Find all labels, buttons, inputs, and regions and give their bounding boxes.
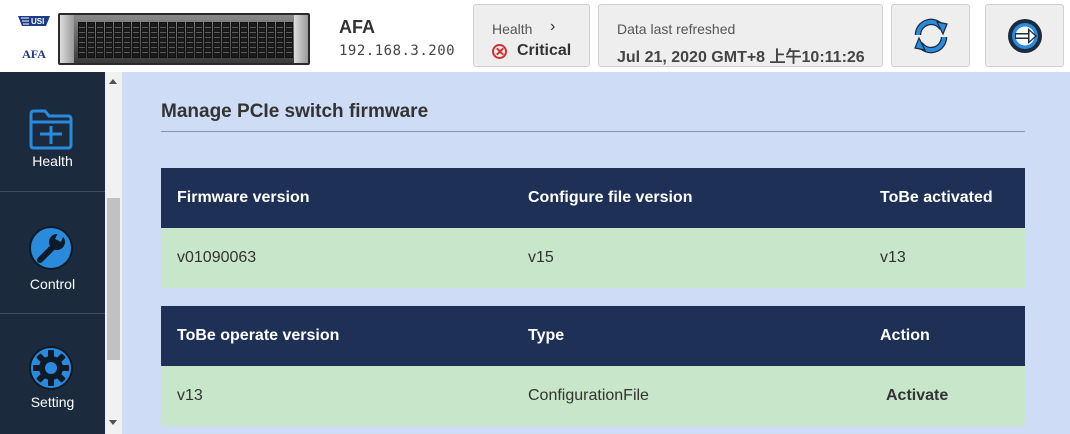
scroll-down-arrow-icon[interactable] (109, 420, 117, 425)
health-status: Critical (492, 42, 571, 60)
tobe-operate-version-value: v13 (177, 387, 203, 404)
drive-bay (87, 22, 95, 58)
activate-link[interactable]: Activate (886, 366, 948, 426)
column-header: Action (880, 327, 930, 344)
sidebar-item-label: Control (29, 276, 76, 292)
drive-bay (285, 22, 293, 58)
storage-chassis-image (58, 13, 310, 65)
svg-text:USI: USI (31, 17, 44, 26)
health-status-card[interactable]: Health › Critical (473, 4, 590, 67)
type-value: ConfigurationFile (528, 387, 649, 404)
drive-bay (123, 22, 131, 58)
tobe-activated-value: v13 (880, 249, 906, 266)
drive-bay (168, 22, 176, 58)
drive-bay (222, 22, 230, 58)
health-label: Health (492, 21, 533, 37)
folder-icon (29, 109, 73, 150)
wrench-icon (29, 226, 73, 270)
drive-bay (96, 22, 104, 58)
sidebar-item-control[interactable]: Control (0, 194, 105, 314)
drive-bay (177, 22, 185, 58)
drive-bay (231, 22, 239, 58)
logout-button[interactable] (985, 4, 1064, 67)
sidebar-item-setting[interactable]: Setting (0, 314, 105, 434)
top-header: USI AFA AFA 192.168.3.200 Health › Criti… (0, 0, 1070, 72)
drive-bay (105, 22, 113, 58)
sidebar-item-label: Setting (30, 394, 75, 410)
column-header: Firmware version (177, 189, 310, 206)
refresh-label: Data last refreshed (617, 21, 736, 37)
refresh-icon (914, 18, 948, 54)
drive-bay (159, 22, 167, 58)
logo-text: AFA (22, 47, 46, 61)
title-divider (161, 131, 1025, 132)
chassis-ear (60, 15, 74, 63)
sidebar-nav: Health Control Setting (0, 72, 105, 434)
sidebar-item-health[interactable]: Health (0, 72, 105, 192)
column-header: ToBe activated (880, 189, 993, 206)
drive-bay (240, 22, 248, 58)
gear-icon (29, 346, 73, 390)
data-refreshed-card: Data last refreshed Jul 21, 2020 GMT+8 上… (598, 4, 883, 67)
drive-bay (195, 22, 203, 58)
chevron-right-icon: › (550, 18, 556, 35)
operation-table: ToBe operate version Type Action v13 Con… (161, 306, 1025, 426)
usi-logo-icon: USI (17, 14, 51, 28)
scroll-up-arrow-icon[interactable] (109, 79, 117, 84)
page-title: Manage PCIe switch firmware (161, 101, 429, 122)
drive-bay (276, 22, 284, 58)
drive-bay (141, 22, 149, 58)
sidebar-scrollbar[interactable] (105, 72, 122, 434)
drive-bay (204, 22, 212, 58)
logout-icon (1008, 19, 1042, 53)
drive-bay (132, 22, 140, 58)
scroll-thumb[interactable] (107, 198, 120, 360)
drive-bay (258, 22, 266, 58)
refresh-timestamp: Jul 21, 2020 GMT+8 上午10:11:26 (617, 49, 865, 66)
drive-bay (213, 22, 221, 58)
chassis-ear (294, 15, 308, 63)
sidebar-item-label: Health (32, 153, 73, 169)
configure-file-version-value: v15 (528, 249, 554, 266)
system-ip: 192.168.3.200 (339, 43, 456, 59)
table-header-row: ToBe operate version Type Action (161, 306, 1025, 366)
drive-bay (186, 22, 194, 58)
system-name: AFA (339, 17, 375, 37)
firmware-version-table: Firmware version Configure file version … (161, 168, 1025, 288)
refresh-button[interactable] (891, 4, 970, 67)
drive-bay (150, 22, 158, 58)
column-header: ToBe operate version (177, 327, 340, 344)
drive-bay (114, 22, 122, 58)
table-row: v13 ConfigurationFile Activate (161, 366, 1025, 426)
critical-x-circle-icon (492, 43, 507, 59)
column-header: Type (528, 327, 565, 344)
table-row: v01090063 v15 v13 (161, 228, 1025, 288)
main-content: Manage PCIe switch firmware Firmware ver… (122, 72, 1070, 434)
drive-bay (249, 22, 257, 58)
column-header: Configure file version (528, 189, 693, 206)
drive-bay (267, 22, 275, 58)
drive-bay (78, 22, 86, 58)
health-status-text: Critical (517, 42, 572, 59)
firmware-version-value: v01090063 (177, 249, 257, 266)
usi-logo: USI AFA (14, 14, 54, 61)
table-header-row: Firmware version Configure file version … (161, 168, 1025, 228)
